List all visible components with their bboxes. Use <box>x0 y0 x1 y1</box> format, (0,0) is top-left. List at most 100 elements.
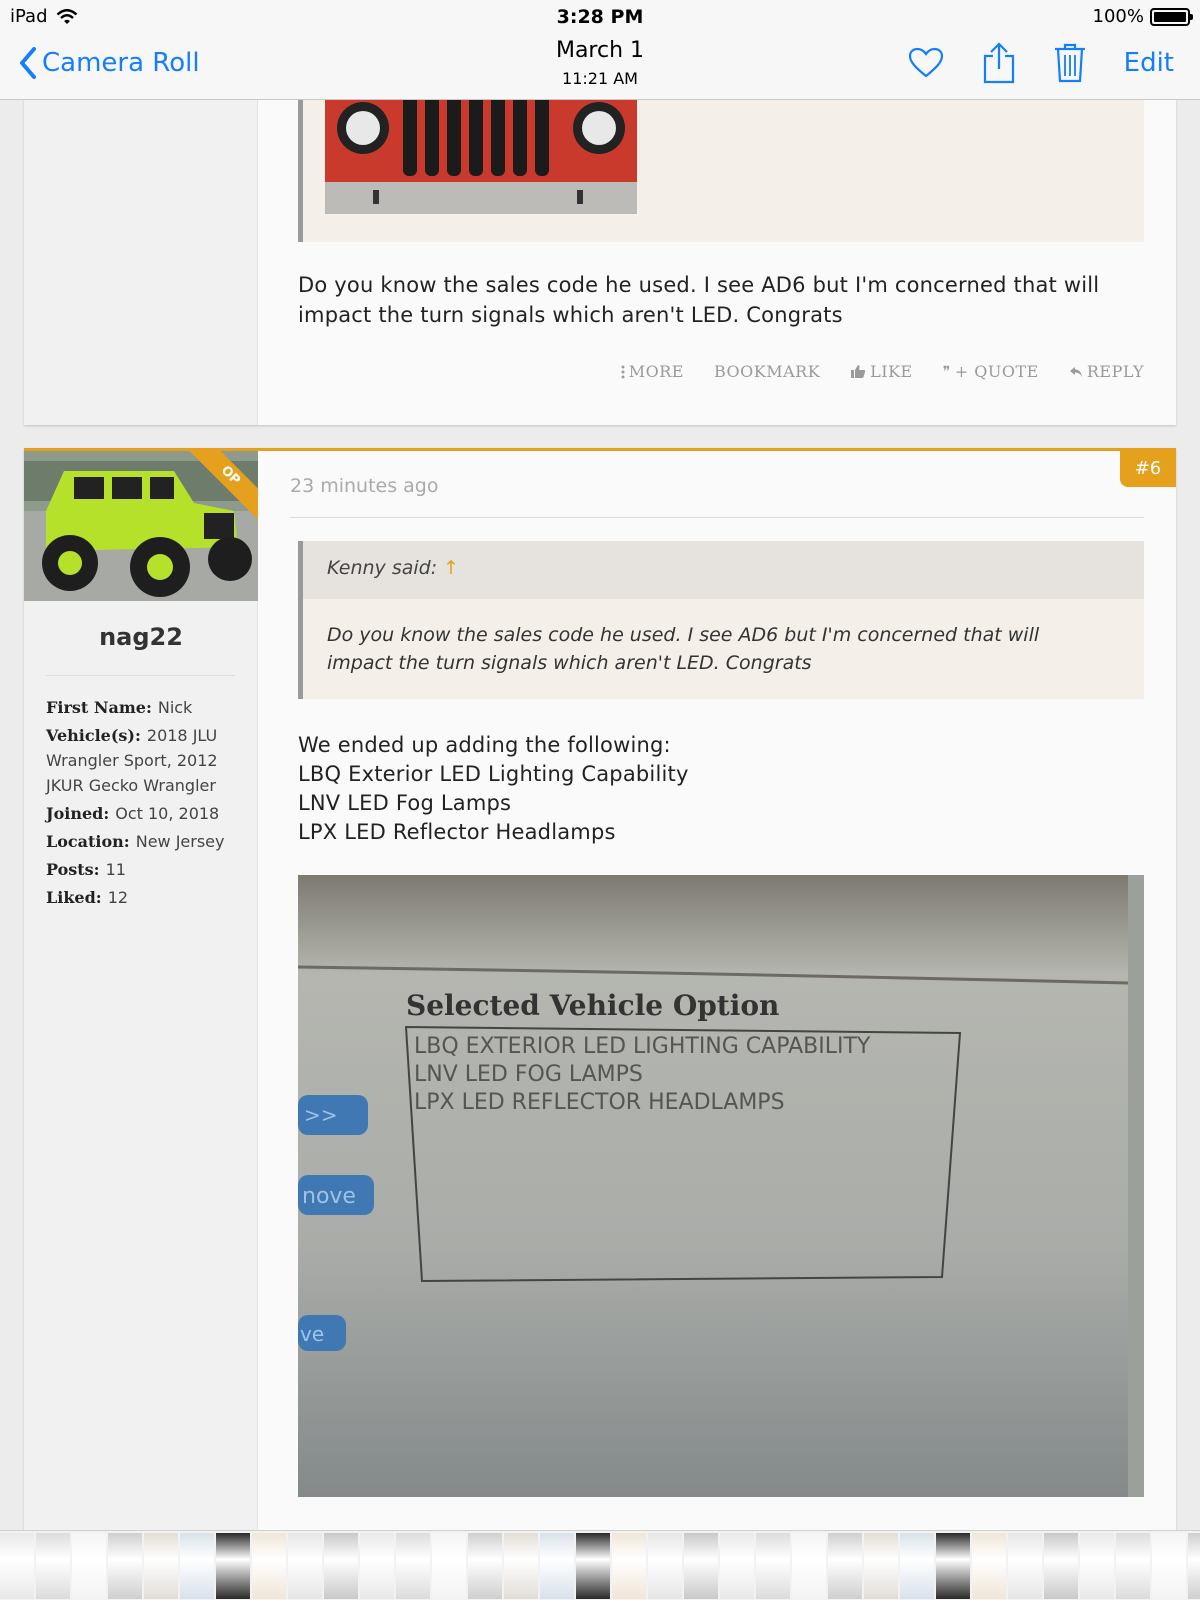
reply-button[interactable]: REPLY <box>1069 362 1144 381</box>
side-button-label: nove <box>302 1184 356 1209</box>
photo-thumbnail[interactable] <box>468 1533 502 1599</box>
photo-thumbnail[interactable] <box>108 1533 142 1599</box>
photo-thumbnail[interactable] <box>432 1533 466 1599</box>
first-name-value: Nick <box>157 698 193 717</box>
photo-title: Selected Vehicle Option <box>406 989 779 1022</box>
user-vehicles: Vehicle(s): 2018 JLU Wrangler Sport, 2012… <box>46 723 243 798</box>
photo-thumbnail[interactable] <box>684 1533 718 1599</box>
share-icon[interactable] <box>982 42 1016 84</box>
photo-thumbnail[interactable] <box>144 1533 178 1599</box>
forum-post: OP nag22 First Name: Nick Vehicle(s): 2018… <box>24 448 1176 1530</box>
photo-thumbnail[interactable] <box>1188 1533 1200 1599</box>
photo-thumbnail[interactable] <box>936 1533 970 1599</box>
like-button[interactable]: LIKE <box>850 362 913 381</box>
photo-thumbnail[interactable] <box>180 1533 214 1599</box>
photo-option: LBQ EXTERIOR LED LIGHTING CAPABILITY <box>414 1034 871 1059</box>
quote-body: Do you know the sales code he used. I se… <box>303 599 1144 699</box>
attached-photo[interactable]: >> nove ve Selected Vehicle Option LBQ E… <box>298 875 1144 1497</box>
post-body-line: LNV LED Fog Lamps <box>298 791 512 815</box>
photo-thumbnail[interactable] <box>576 1533 610 1599</box>
photo-thumbnail[interactable] <box>540 1533 574 1599</box>
photo-thumbnail[interactable] <box>288 1533 322 1599</box>
photo-thumbnail[interactable] <box>720 1533 754 1599</box>
trash-icon[interactable] <box>1054 43 1086 83</box>
vehicle-option-screen-photo: >> nove ve Selected Vehicle Option LBQ E… <box>298 875 1129 1497</box>
post-sidebar <box>24 100 258 425</box>
joined-label: Joined: <box>46 804 110 823</box>
red-jeep-grille-image <box>325 100 637 214</box>
more-button[interactable]: MORE <box>621 362 684 381</box>
photo-thumbnail[interactable] <box>972 1533 1006 1599</box>
quote-line: Do you know the sales code he used. I se… <box>327 624 1040 646</box>
post-main: Do you know the sales code he used. I se… <box>258 100 1176 425</box>
photo-option: LPX LED REFLECTOR HEADLAMPS <box>414 1090 785 1115</box>
photo-thumbnail[interactable] <box>1044 1533 1078 1599</box>
status-time: 3:28 PM <box>556 6 644 28</box>
username[interactable]: nag22 <box>24 623 258 651</box>
photo-thumbnail[interactable] <box>72 1533 106 1599</box>
status-battery: 100% <box>1092 6 1193 27</box>
photo-thumbnail[interactable] <box>36 1533 70 1599</box>
photo-thumbnail[interactable] <box>252 1533 286 1599</box>
joined-value: Oct 10, 2018 <box>115 804 220 823</box>
photo-thumbnail[interactable] <box>612 1533 646 1599</box>
quote-header: Kenny said: ↑ <box>303 541 1144 599</box>
photo-thumbnail[interactable] <box>504 1533 538 1599</box>
sidebar-divider <box>46 675 235 676</box>
post-main: #6 23 minutes ago Kenny said: ↑ Do you kn… <box>258 451 1176 1530</box>
posts-label: Posts: <box>46 860 100 879</box>
quote-line: impact the turn signals which aren't LED… <box>327 652 812 674</box>
thumbs-up-icon <box>851 365 866 378</box>
arrow-up-icon[interactable]: ↑ <box>443 557 459 579</box>
photo-thumbnail[interactable] <box>216 1533 250 1599</box>
photo-thumbnail-strip[interactable] <box>0 1530 1200 1600</box>
post-actions: MORE BOOKMARK LIKE ❞ + QUOTE REPLY <box>621 362 1144 381</box>
photo-thumbnail[interactable] <box>864 1533 898 1599</box>
user-info: First Name: Nick Vehicle(s): 2018 JLU Wran… <box>46 695 243 913</box>
photo-thumbnail[interactable] <box>1116 1533 1150 1599</box>
heart-icon[interactable] <box>908 47 944 79</box>
edit-button[interactable]: Edit <box>1124 48 1174 78</box>
quote-author: Kenny said: <box>327 557 438 579</box>
quoted-image-block <box>298 100 1144 242</box>
photo-thumbnail[interactable] <box>756 1533 790 1599</box>
photo-thumbnail[interactable] <box>792 1533 826 1599</box>
photo-thumbnail[interactable] <box>828 1533 862 1599</box>
photo-thumbnail[interactable] <box>1008 1533 1042 1599</box>
liked-value: 12 <box>107 888 129 907</box>
more-label: MORE <box>628 362 684 381</box>
photo-thumbnail[interactable] <box>0 1533 34 1599</box>
post-number-badge[interactable]: #6 <box>1120 451 1176 487</box>
first-name-label: First Name: <box>46 698 152 717</box>
photo-thumbnail[interactable] <box>360 1533 394 1599</box>
photo-thumbnail[interactable] <box>1152 1533 1186 1599</box>
reply-label: REPLY <box>1086 362 1144 381</box>
post-timestamp[interactable]: 23 minutes ago <box>290 475 439 497</box>
photo-thumbnail[interactable] <box>1080 1533 1114 1599</box>
battery-icon <box>1150 7 1193 26</box>
quote-block: Kenny said: ↑ Do you know the sales code … <box>298 541 1144 699</box>
bookmark-button[interactable]: BOOKMARK <box>714 362 820 381</box>
user-joined: Joined: Oct 10, 2018 <box>46 801 243 826</box>
forum-post: Do you know the sales code he used. I se… <box>24 100 1176 425</box>
photo-thumbnail[interactable] <box>648 1533 682 1599</box>
user-posts: Posts: 11 <box>46 857 243 882</box>
battery-percent: 100% <box>1092 6 1144 27</box>
quote-mark-icon: ❞ <box>942 363 951 380</box>
side-button-label: ve <box>300 1322 324 1346</box>
post-body-line: We ended up adding the following: <box>298 733 671 757</box>
photo-thumbnail[interactable] <box>324 1533 358 1599</box>
post-body-line: LBQ Exterior LED Lighting Capability <box>298 762 689 786</box>
post-body: We ended up adding the following: LBQ Ex… <box>298 731 1116 847</box>
post-body: Do you know the sales code he used. I se… <box>298 270 1116 330</box>
photo-thumbnail[interactable] <box>396 1533 430 1599</box>
photo-thumbnail[interactable] <box>900 1533 934 1599</box>
location-value: New Jersey <box>135 832 225 851</box>
quote-button[interactable]: ❞ + QUOTE <box>943 362 1039 381</box>
like-label: LIKE <box>870 362 913 381</box>
quote-label: + QUOTE <box>954 362 1039 381</box>
user-first-name: First Name: Nick <box>46 695 243 720</box>
user-avatar[interactable]: OP <box>24 451 258 601</box>
nav-actions: Edit <box>908 42 1174 84</box>
bookmark-label: BOOKMARK <box>713 362 821 381</box>
